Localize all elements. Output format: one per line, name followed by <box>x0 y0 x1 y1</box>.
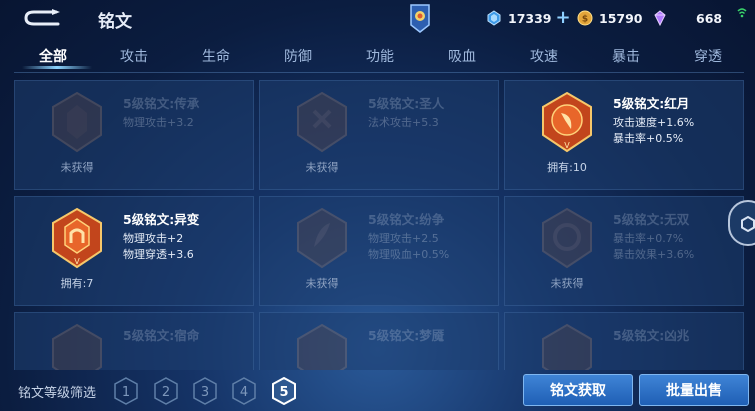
inscription-card[interactable]: 5级铭文:宿命 <box>14 312 254 370</box>
level-3-filter[interactable]: 3 <box>193 377 217 405</box>
wifi-icon <box>737 8 747 18</box>
level-2-label: 2 <box>162 385 170 400</box>
inscription-name: 5级铭文:梦魇 <box>368 328 445 343</box>
inscription-status: 未获得 <box>305 277 339 290</box>
level-4-filter[interactable]: 4 <box>232 377 256 405</box>
inscription-stat: 法术攻击+5.3 <box>368 116 439 129</box>
inscription-card[interactable]: V 5级铭文:红月 攻击速度+1.6% 暴击率+0.5% 拥有:10 <box>504 80 744 190</box>
inscription-stat: 暴击效果+3.6% <box>613 248 695 261</box>
gold-coin-counter: $ 15790 <box>577 8 643 28</box>
purple-crystal-counter: 668 <box>652 8 722 28</box>
inscription-owned-count: 拥有:7 <box>60 277 94 290</box>
inscription-emblem-icon <box>542 207 592 269</box>
inscription-card[interactable]: 5级铭文:凶兆 <box>504 312 744 370</box>
bulk-sell-button[interactable]: 批量出售 <box>639 374 749 406</box>
tab-attack[interactable]: 攻击 <box>120 46 148 66</box>
inscription-name: 5级铭文:异变 <box>123 212 200 227</box>
level-1-filter[interactable]: 1 <box>114 377 138 405</box>
inscription-card[interactable]: V 5级铭文:异变 物理攻击+2 物理穿透+3.6 拥有:7 <box>14 196 254 306</box>
svg-text:V: V <box>74 257 80 266</box>
inscription-stat: 暴击率+0.7% <box>613 232 684 245</box>
acquire-inscription-button[interactable]: 铭文获取 <box>523 374 633 406</box>
level-filter-label: 铭文等级筛选 <box>18 386 97 401</box>
tab-critical[interactable]: 暴击 <box>612 46 640 66</box>
tab-utility[interactable]: 功能 <box>366 46 394 66</box>
purple-crystal-amount: 668 <box>696 10 723 26</box>
inscription-owned-count: 拥有:10 <box>547 161 587 174</box>
inscription-badge-icon[interactable] <box>408 3 432 33</box>
inscription-emblem-icon: V <box>542 91 592 153</box>
page-title: 铭文 <box>98 12 132 32</box>
blue-gem-icon <box>487 10 501 26</box>
gold-coin-icon: $ <box>577 10 593 26</box>
inscription-stat: 物理攻击+2 <box>123 232 184 245</box>
side-menu-button[interactable] <box>728 200 755 246</box>
level-1-label: 1 <box>122 385 130 400</box>
inscription-emblem-icon <box>297 323 347 370</box>
tab-attack-speed[interactable]: 攻速 <box>530 46 558 66</box>
inscription-card[interactable]: 5级铭文:纷争 物理攻击+2.5 物理吸血+0.5% 未获得 <box>259 196 499 306</box>
inscription-grid[interactable]: 5级铭文:传承 物理攻击+3.2 未获得 5级铭文:圣人 法术攻击+5.3 未获… <box>14 80 744 370</box>
inscription-emblem-icon <box>297 207 347 269</box>
svg-text:V: V <box>564 141 570 150</box>
inscription-stat: 物理攻击+3.2 <box>123 116 194 129</box>
inscription-name: 5级铭文:圣人 <box>368 96 445 111</box>
level-4-label: 4 <box>240 385 248 400</box>
category-tabs: 全部 攻击 生命 防御 功能 吸血 攻速 暴击 穿透 <box>0 40 755 74</box>
inscription-status: 未获得 <box>550 277 584 290</box>
back-arrow-icon[interactable] <box>22 8 62 28</box>
inscription-stat: 物理穿透+3.6 <box>123 248 194 261</box>
inscription-card[interactable]: 5级铭文:圣人 法术攻击+5.3 未获得 <box>259 80 499 190</box>
level-2-filter[interactable]: 2 <box>154 377 178 405</box>
inscription-card[interactable]: 5级铭文:梦魇 <box>259 312 499 370</box>
inscription-stat: 暴击率+0.5% <box>613 132 684 145</box>
inscription-status: 未获得 <box>305 161 339 174</box>
inscription-name: 5级铭文:传承 <box>123 96 200 111</box>
inscription-name: 5级铭文:宿命 <box>123 328 200 343</box>
hexagon-icon <box>741 216 755 232</box>
inscription-card[interactable]: 5级铭文:传承 物理攻击+3.2 未获得 <box>14 80 254 190</box>
blue-gem-counter[interactable]: 17339 + <box>486 8 571 28</box>
blue-gem-amount: 17339 <box>508 10 552 26</box>
tab-health[interactable]: 生命 <box>202 46 230 66</box>
level-5-label: 5 <box>279 385 288 400</box>
tab-divider <box>14 72 744 73</box>
inscription-emblem-icon <box>297 91 347 153</box>
inscription-stat: 物理吸血+0.5% <box>368 248 450 261</box>
inscription-emblem-icon: V <box>52 207 102 269</box>
level-3-label: 3 <box>201 385 209 400</box>
svg-text:$: $ <box>582 15 588 25</box>
gold-coin-amount: 15790 <box>599 10 643 26</box>
tab-all[interactable]: 全部 <box>39 46 67 66</box>
tab-penetration[interactable]: 穿透 <box>694 46 722 66</box>
active-tab-indicator <box>22 66 92 69</box>
inscription-emblem-icon <box>542 323 592 370</box>
tab-lifesteal[interactable]: 吸血 <box>448 46 476 66</box>
top-bar: 铭文 17339 + $ 15790 668 <box>0 0 755 38</box>
inscription-emblem-icon <box>52 91 102 153</box>
tab-defense[interactable]: 防御 <box>284 46 312 66</box>
inscription-emblem-icon <box>52 323 102 370</box>
inscription-stat: 攻击速度+1.6% <box>613 116 695 129</box>
inscription-name: 5级铭文:无双 <box>613 212 690 227</box>
inscription-status: 未获得 <box>60 161 94 174</box>
inscription-name: 5级铭文:凶兆 <box>613 328 690 343</box>
level-5-filter[interactable]: 5 <box>272 377 296 405</box>
inscription-name: 5级铭文:红月 <box>613 96 690 111</box>
purple-crystal-icon <box>654 10 666 26</box>
add-gem-button[interactable]: + <box>556 9 571 27</box>
inscription-stat: 物理攻击+2.5 <box>368 232 439 245</box>
inscription-name: 5级铭文:纷争 <box>368 212 445 227</box>
inscription-card[interactable]: 5级铭文:无双 暴击率+0.7% 暴击效果+3.6% 未获得 <box>504 196 744 306</box>
